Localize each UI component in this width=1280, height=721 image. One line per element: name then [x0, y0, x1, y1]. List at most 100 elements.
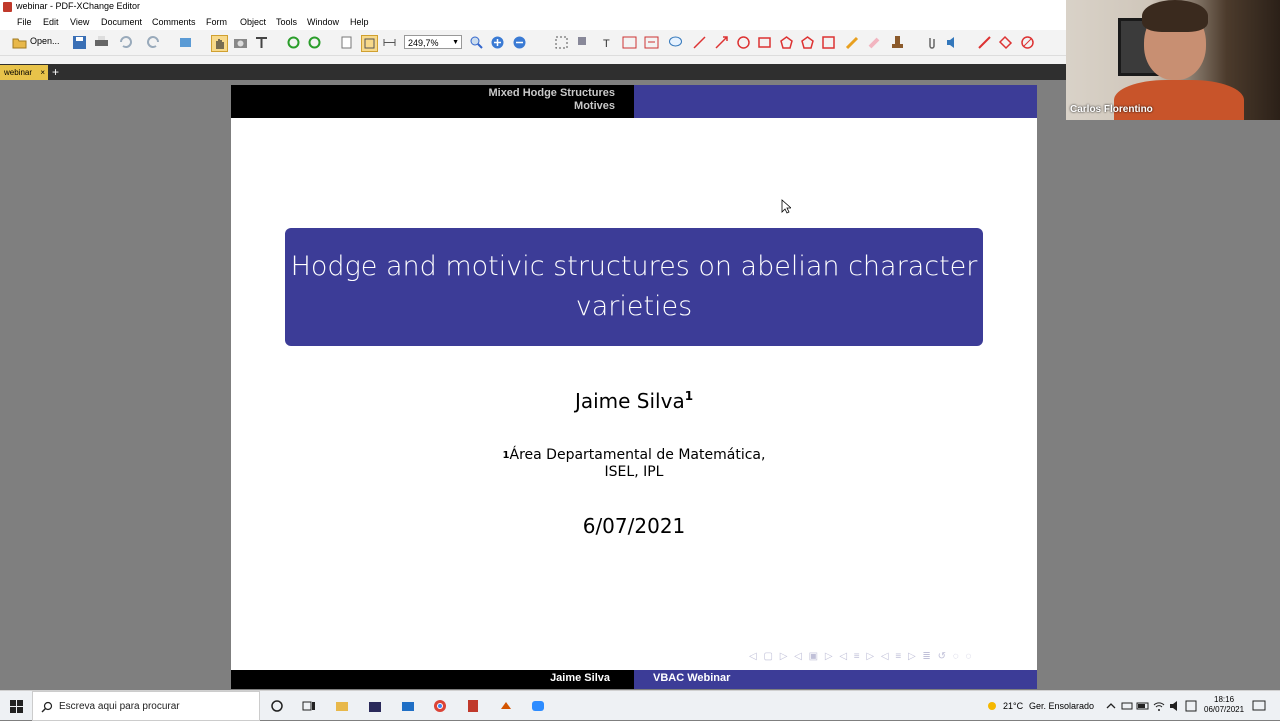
windows-start-icon[interactable] [10, 700, 23, 713]
toolbar-handle-strip [0, 56, 1066, 64]
store-icon[interactable] [368, 699, 382, 713]
volume-icon[interactable] [1168, 699, 1182, 713]
beamer-navigation-symbols[interactable]: ◁ ▢ ▷ ◁ ▣ ▷ ◁ ≡ ▷ ◁ ≡ ▷ ≣ ↺ ◌ ◌ [749, 651, 1031, 663]
fit-page-icon[interactable] [361, 35, 378, 52]
document-tab-bar: webinar × + [0, 64, 1066, 80]
oval-icon[interactable] [736, 35, 751, 50]
svg-text:T: T [603, 38, 610, 50]
text-box-icon[interactable] [622, 35, 637, 50]
zoom-in-icon[interactable] [490, 35, 505, 50]
actual-size-icon[interactable] [339, 35, 354, 50]
side-background [1066, 120, 1280, 690]
print-icon[interactable] [94, 35, 109, 50]
notifications-icon[interactable] [1252, 699, 1266, 713]
add-text-icon[interactable]: T [600, 35, 615, 50]
callout-icon[interactable] [668, 35, 683, 50]
clock-time: 18:16 [1214, 695, 1235, 704]
measure-icon[interactable] [977, 35, 992, 50]
polygon-icon[interactable] [779, 35, 794, 50]
weather-description[interactable]: Ger. Ensolarado [1029, 701, 1094, 711]
menu-window[interactable]: Window [307, 17, 339, 27]
zoom-value: 249,7% [408, 38, 439, 48]
slide-title-box: Hodge and motivic structures on abelian … [285, 228, 983, 346]
save-icon[interactable] [72, 35, 87, 50]
mail-icon[interactable] [401, 699, 415, 713]
file-explorer-icon[interactable] [335, 699, 349, 713]
cortana-icon[interactable] [270, 699, 284, 713]
slide-author: Jaime Silva1 [231, 389, 1037, 413]
menu-comments[interactable]: Comments [152, 17, 196, 27]
footer-author: Jaime Silva [550, 672, 610, 684]
tab-webinar[interactable]: webinar × [0, 65, 48, 80]
shape-tool-icon[interactable] [1020, 35, 1035, 50]
pencil-icon[interactable] [845, 35, 860, 50]
add-tab-icon[interactable]: + [52, 64, 59, 80]
zoom-out-icon[interactable] [512, 35, 527, 50]
slide-header-right [634, 85, 1037, 118]
search-icon [41, 701, 53, 713]
typewriter-icon[interactable] [644, 35, 659, 50]
select-comments-icon[interactable] [554, 35, 569, 50]
header-subsection-title[interactable]: Motives [574, 100, 615, 112]
window-title: webinar - PDF-XChange Editor [16, 1, 141, 11]
arrow-icon[interactable] [714, 35, 729, 50]
header-section-title[interactable]: Mixed Hodge Structures [488, 87, 615, 99]
snapshot-icon[interactable] [233, 35, 248, 50]
stamp-icon[interactable] [890, 35, 905, 50]
send-icon[interactable] [179, 35, 194, 50]
author-superscript: 1 [684, 389, 694, 403]
menu-file[interactable]: File [17, 17, 32, 27]
edit-content-icon[interactable] [576, 35, 591, 50]
pentagon-icon[interactable] [800, 35, 815, 50]
menu-document[interactable]: Document [101, 17, 142, 27]
pdf-xchange-taskbar-icon[interactable] [466, 699, 480, 713]
menu-bar: File Edit View Document Comments Form Ob… [0, 15, 1066, 30]
rotate-left-icon[interactable] [286, 35, 301, 50]
highlight-area-icon[interactable] [998, 35, 1013, 50]
line-icon[interactable] [692, 35, 707, 50]
app-taskbar-icon[interactable] [499, 699, 513, 713]
zoom-app-icon[interactable] [531, 699, 545, 713]
author-name: Jaime Silva [574, 389, 685, 413]
network-icon[interactable] [1120, 699, 1134, 713]
select-text-icon[interactable] [254, 35, 269, 50]
menu-form[interactable]: Form [206, 17, 227, 27]
sound-icon[interactable] [945, 35, 960, 50]
zoom-level-select[interactable]: 249,7% ▼ [404, 35, 462, 49]
chevron-up-icon[interactable] [1104, 699, 1118, 713]
search-placeholder: Escreva aqui para procurar [59, 701, 180, 712]
folder-open-icon[interactable] [12, 35, 27, 50]
system-clock[interactable]: 18:16 06/07/2021 [1204, 695, 1244, 715]
menu-tools[interactable]: Tools [276, 17, 297, 27]
menu-object[interactable]: Object [240, 17, 266, 27]
menu-view[interactable]: View [70, 17, 89, 27]
rectangle-icon[interactable] [757, 35, 772, 50]
menu-edit[interactable]: Edit [43, 17, 59, 27]
rotate-right-icon[interactable] [307, 35, 322, 50]
wifi-icon[interactable] [1152, 699, 1166, 713]
slide-affiliation: 1Área Departamental de Matemática, ISEL,… [231, 447, 1037, 481]
eraser-icon[interactable] [867, 35, 882, 50]
undo-icon[interactable] [118, 35, 133, 50]
slide-footer-right: VBAC Webinar [634, 670, 1037, 689]
participant-hair [1142, 0, 1208, 32]
fit-width-icon[interactable] [382, 35, 397, 50]
weather-sun-icon[interactable] [985, 699, 999, 713]
paperclip-icon[interactable] [924, 35, 939, 50]
close-icon[interactable]: × [40, 65, 45, 80]
battery-icon[interactable] [1136, 699, 1150, 713]
menu-help[interactable]: Help [350, 17, 369, 27]
taskbar-search-box[interactable]: Escreva aqui para procurar [32, 691, 260, 721]
open-button[interactable]: Open... [30, 36, 60, 46]
zoom-tool-icon[interactable] [469, 35, 484, 50]
redo-icon[interactable] [146, 35, 161, 50]
language-icon[interactable] [1184, 699, 1198, 713]
webcam-video: Carlos Florentino [1066, 0, 1280, 120]
slide-date: 6/07/2021 [582, 514, 686, 538]
chrome-icon[interactable] [433, 699, 447, 713]
square-icon[interactable] [821, 35, 836, 50]
task-view-icon[interactable] [302, 699, 316, 713]
slide-footer-left: Jaime Silva [231, 670, 634, 689]
weather-temperature[interactable]: 21°C [1003, 701, 1023, 711]
hand-tool-icon[interactable] [211, 35, 228, 52]
